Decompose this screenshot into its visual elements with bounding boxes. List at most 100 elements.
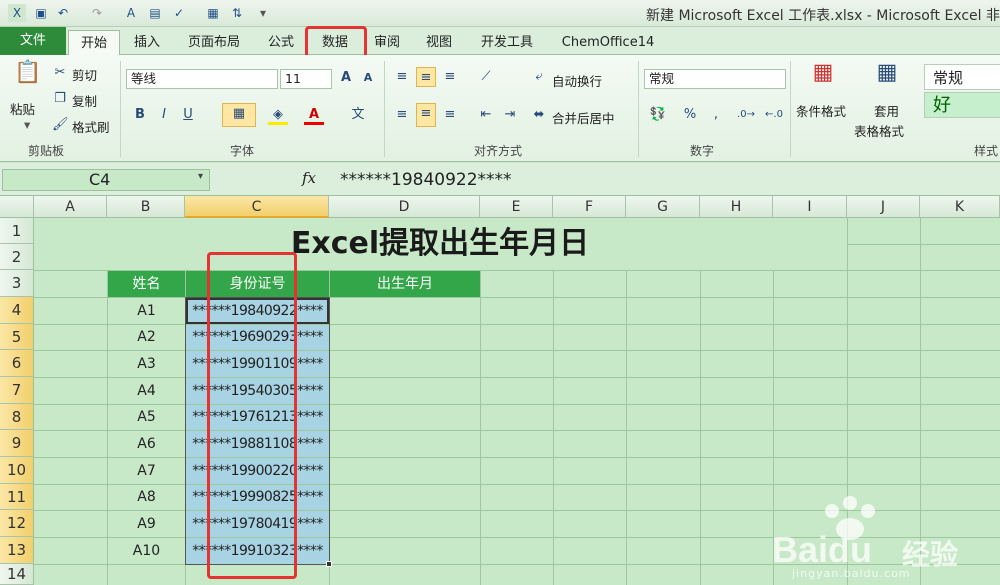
bold-icon[interactable]: B xyxy=(130,105,150,125)
insert-function-button[interactable]: fx xyxy=(302,169,316,187)
align-left-icon[interactable]: ≡ xyxy=(392,105,412,125)
align-top-icon[interactable]: ≡ xyxy=(392,67,412,87)
increase-decimal-icon[interactable]: .0→ xyxy=(736,105,756,125)
spellcheck-icon[interactable]: ✓ xyxy=(170,4,188,22)
name-cell[interactable]: A1 xyxy=(108,298,185,324)
column-header-E[interactable]: E xyxy=(480,196,553,218)
decrease-indent-icon[interactable]: ⇤ xyxy=(476,105,496,125)
row-header-4[interactable]: 4 xyxy=(0,297,34,324)
row-header-8[interactable]: 8 xyxy=(0,404,34,430)
paste-dropdown-icon[interactable]: ▾ xyxy=(24,117,30,132)
fill-handle[interactable] xyxy=(326,561,332,567)
row-header-13[interactable]: 13 xyxy=(0,537,34,564)
row-header-3[interactable]: 3 xyxy=(0,270,34,297)
decrease-decimal-icon[interactable]: ←.0 xyxy=(764,105,784,125)
tab-chemoffice[interactable]: ChemOffice14 xyxy=(552,30,664,55)
align-center-icon[interactable]: ≡ xyxy=(416,103,436,127)
column-header-G[interactable]: G xyxy=(626,196,700,218)
tab-home[interactable]: 开始 xyxy=(68,30,120,55)
percent-style-icon[interactable]: % xyxy=(680,105,700,125)
style-normal[interactable]: 常规 xyxy=(924,64,1000,90)
font-color-icon[interactable]: A xyxy=(304,105,324,125)
increase-indent-icon[interactable]: ⇥ xyxy=(500,105,520,125)
row-header-12[interactable]: 12 xyxy=(0,510,34,537)
column-header-F[interactable]: F xyxy=(553,196,626,218)
paste-button[interactable]: 粘贴 xyxy=(10,99,35,118)
font-size-icon[interactable]: A xyxy=(122,4,140,22)
column-header-K[interactable]: K xyxy=(920,196,1000,218)
save-icon[interactable]: ▣ xyxy=(32,4,50,22)
row-header-14[interactable]: 14 xyxy=(0,564,34,585)
tab-developer[interactable]: 开发工具 xyxy=(470,30,544,55)
phonetic-icon[interactable]: 文 xyxy=(348,105,368,125)
customize-qat-icon[interactable]: ▾ xyxy=(254,4,272,22)
name-cell[interactable]: A6 xyxy=(108,431,185,457)
paste-icon[interactable]: 📋 xyxy=(14,62,42,93)
tab-view[interactable]: 视图 xyxy=(416,30,462,55)
orientation-icon[interactable]: ⟋ xyxy=(476,67,496,87)
tab-insert[interactable]: 插入 xyxy=(124,30,170,55)
name-cell[interactable]: A9 xyxy=(108,511,185,537)
font-size-select[interactable]: 11 xyxy=(280,69,332,89)
column-header-B[interactable]: B xyxy=(107,196,185,218)
row-header-7[interactable]: 7 xyxy=(0,377,34,404)
select-all-corner[interactable] xyxy=(0,196,34,218)
form-icon[interactable]: ▦ xyxy=(204,4,222,22)
merge-center-button[interactable]: 合并后居中 xyxy=(552,108,615,127)
shrink-font-icon[interactable]: A xyxy=(358,68,378,88)
conditional-formatting-button[interactable]: 条件格式 xyxy=(796,101,846,120)
row-header-2[interactable]: 2 xyxy=(0,244,34,270)
copy-button[interactable]: 复制 xyxy=(72,91,97,110)
header-name-cell[interactable]: 姓名 xyxy=(108,271,185,297)
row-header-5[interactable]: 5 xyxy=(0,324,34,350)
italic-icon[interactable]: I xyxy=(154,105,174,125)
align-middle-icon[interactable]: ≡ xyxy=(416,67,436,87)
sort-icon[interactable]: ⇅ xyxy=(228,4,246,22)
wrap-text-button[interactable]: 自动换行 xyxy=(552,71,602,90)
underline-icon[interactable]: U xyxy=(178,105,198,125)
column-header-A[interactable]: A xyxy=(34,196,107,218)
fill-color-icon[interactable]: ◈ xyxy=(268,105,288,125)
column-header-D[interactable]: D xyxy=(329,196,480,218)
redo-icon[interactable]: ↷ xyxy=(88,4,106,22)
row-header-6[interactable]: 6 xyxy=(0,350,34,377)
column-header-I[interactable]: I xyxy=(773,196,847,218)
sheet-title-cell[interactable]: Excel提取出生年月日 xyxy=(34,218,846,270)
style-good[interactable]: 好 xyxy=(924,92,1000,118)
column-header-J[interactable]: J xyxy=(847,196,920,218)
header-birth-cell[interactable]: 出生年月 xyxy=(330,271,480,297)
name-cell[interactable]: A4 xyxy=(108,378,185,404)
row-header-10[interactable]: 10 xyxy=(0,457,34,484)
cut-button[interactable]: 剪切 xyxy=(72,65,97,84)
format-as-table-button[interactable]: 表格格式 xyxy=(854,121,904,140)
column-header-C[interactable]: C xyxy=(185,196,329,218)
row-header-11[interactable]: 11 xyxy=(0,484,34,510)
borders-icon[interactable]: ▦ xyxy=(222,103,256,127)
tab-page-layout[interactable]: 页面布局 xyxy=(176,30,252,55)
tab-review[interactable]: 审阅 xyxy=(364,30,410,55)
tab-formulas[interactable]: 公式 xyxy=(258,30,304,55)
format-painter-button[interactable]: 格式刷 xyxy=(72,117,110,136)
accounting-format-icon[interactable]: 💱 xyxy=(648,105,668,125)
name-box[interactable]: C4 xyxy=(2,169,210,191)
align-right-icon[interactable]: ≡ xyxy=(440,105,460,125)
row-header-9[interactable]: 9 xyxy=(0,430,34,457)
number-format-select[interactable]: 常规 xyxy=(644,69,786,89)
tab-file[interactable]: 文件 xyxy=(0,27,66,55)
align-bottom-icon[interactable]: ≡ xyxy=(440,67,460,87)
column-header-H[interactable]: H xyxy=(700,196,773,218)
format-as-table-line1[interactable]: 套用 xyxy=(874,101,899,120)
grow-font-icon[interactable]: A xyxy=(336,68,356,88)
undo-icon[interactable]: ↶ xyxy=(54,4,72,22)
name-cell[interactable]: A7 xyxy=(108,458,185,484)
font-name-select[interactable]: 等线 xyxy=(126,69,278,89)
name-box-dropdown-icon[interactable]: ▾ xyxy=(198,171,203,182)
formula-input[interactable]: ******19840922**** xyxy=(326,169,1000,191)
print-preview-icon[interactable]: ▤ xyxy=(146,4,164,22)
name-cell[interactable]: A8 xyxy=(108,485,185,510)
name-cell[interactable]: A2 xyxy=(108,325,185,350)
excel-app-icon[interactable]: X xyxy=(8,4,26,22)
name-cell[interactable]: A3 xyxy=(108,351,185,377)
name-cell[interactable]: A10 xyxy=(108,538,185,564)
name-cell[interactable]: A5 xyxy=(108,405,185,430)
